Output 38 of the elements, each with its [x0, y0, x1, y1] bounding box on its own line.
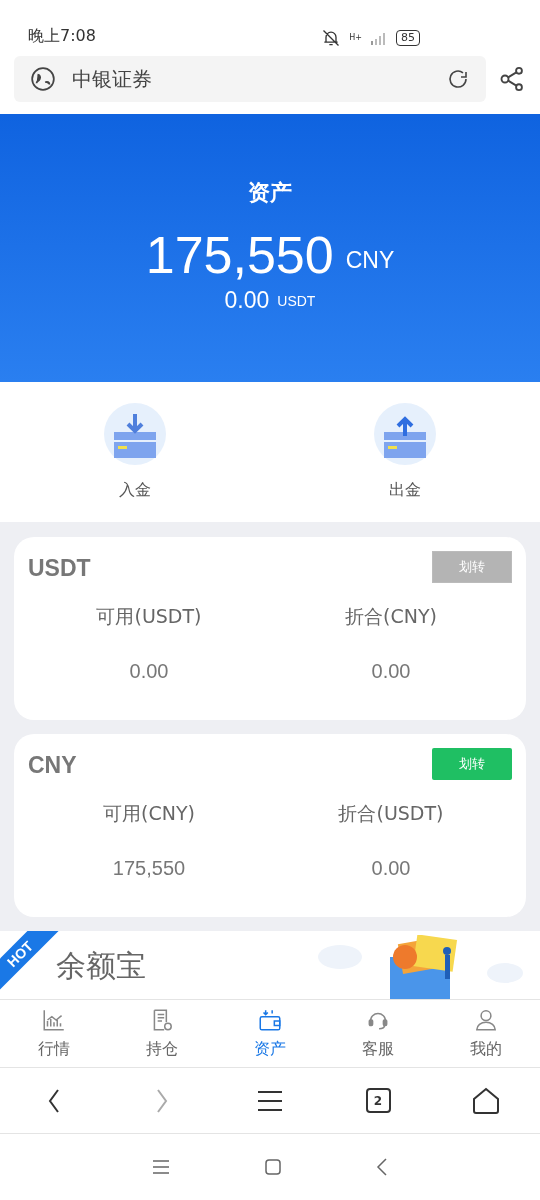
nav-tab[interactable]: 客服 [324, 1000, 432, 1067]
column-label: 折合(USDT) [338, 800, 444, 826]
nav-tab[interactable]: 我的 [432, 1000, 540, 1067]
column-label: 可用(USDT) [96, 603, 202, 629]
column-value: 0.00 [129, 659, 169, 684]
tab-count-button[interactable]: 2 [365, 1088, 391, 1113]
network-type: H+ [349, 34, 362, 42]
deposit-button[interactable]: 入金 [103, 402, 167, 502]
nav-tab[interactable]: 行情 [0, 1000, 108, 1067]
account-name: USDT [28, 554, 91, 583]
column-value: 175,550 [112, 856, 186, 881]
card-upload-icon [373, 402, 437, 466]
column-label: 可用(CNY) [103, 800, 195, 826]
share-icon[interactable] [498, 65, 526, 93]
menu-icon[interactable] [257, 1088, 283, 1113]
home-icon[interactable] [472, 1086, 500, 1115]
column-value: 0.00 [371, 659, 411, 684]
banner-title: 余额宝 [56, 946, 146, 985]
card-download-icon [103, 402, 167, 466]
battery-indicator: 85 [396, 30, 420, 46]
total-unit: CNY [345, 245, 395, 275]
nav-tab[interactable]: 资产 [216, 1000, 324, 1067]
back-icon[interactable] [376, 1158, 388, 1176]
withdraw-button[interactable]: 出金 [373, 402, 437, 502]
refresh-icon[interactable] [446, 67, 470, 91]
status-time: 晚上7:08 [28, 25, 96, 47]
signal-icon [370, 31, 388, 45]
column-value: 0.00 [371, 856, 411, 881]
header-title: 资产 [248, 179, 292, 207]
total-amount: 175,550 [145, 229, 334, 281]
account-name: CNY [28, 751, 77, 780]
square-icon[interactable] [265, 1159, 281, 1175]
page-title: 中银证券 [72, 66, 153, 93]
usdt-unit: USDT [277, 292, 316, 311]
address-bar[interactable]: 中银证券 [14, 56, 486, 102]
usdt-amount: 0.00 [224, 289, 270, 312]
nav-tab[interactable]: 持仓 [108, 1000, 216, 1067]
column-label: 折合(CNY) [345, 603, 437, 629]
